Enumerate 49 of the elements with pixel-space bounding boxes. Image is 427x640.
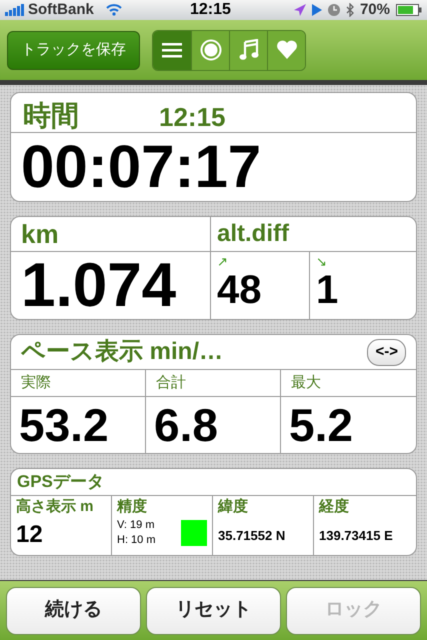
- column-label: 実際: [21, 372, 51, 393]
- action-button[interactable]: リセット: [146, 586, 281, 634]
- descent-arrow: ↘: [316, 255, 328, 268]
- bluetooth-icon: [346, 3, 354, 17]
- horizontal-accuracy: H: 10 m: [117, 532, 156, 548]
- field-label: 精度: [117, 498, 148, 517]
- battery-percent: 70%: [360, 0, 390, 20]
- toolbar-segment[interactable]: [191, 30, 229, 70]
- toggle-button[interactable]: <->: [367, 338, 406, 366]
- ascent-value: 48: [217, 270, 262, 310]
- card-title: GPSデータ: [17, 471, 104, 494]
- column-label: 合計: [156, 372, 186, 393]
- column-label: 最大: [291, 372, 321, 393]
- card-title: ペース表示 min/…: [21, 337, 224, 367]
- status-time: 12:15: [190, 0, 231, 20]
- descent-value: 1: [316, 270, 340, 310]
- card-title: km: [21, 218, 59, 250]
- card-title: 時間: [23, 102, 79, 130]
- altitude-value: 12: [16, 522, 44, 547]
- ascent-arrow: ↗: [217, 255, 229, 268]
- location-arrow-icon: [294, 4, 306, 16]
- field-label: 緯度: [218, 498, 249, 517]
- save-track-button[interactable]: トラックを保存: [7, 30, 140, 70]
- toolbar-segment[interactable]: [267, 30, 305, 70]
- menu-icon: [162, 42, 182, 58]
- toolbar-segment[interactable]: [229, 30, 267, 70]
- distance-value: 1.074: [21, 254, 176, 316]
- heart-icon: [276, 40, 298, 60]
- field-label: 高さ表示 m: [16, 498, 95, 517]
- music-note-icon: [238, 39, 258, 61]
- card-title: alt.diff: [217, 219, 289, 249]
- clock-icon: [328, 4, 340, 16]
- pace-value: 53.2: [19, 402, 109, 448]
- pace-value: 5.2: [289, 402, 353, 448]
- action-button[interactable]: 続ける: [6, 586, 141, 634]
- vertical-accuracy: V: 19 m: [117, 518, 156, 533]
- record-icon: [200, 39, 222, 61]
- battery-icon: [396, 4, 422, 16]
- carrier-name: SoftBank: [28, 0, 94, 20]
- clock-time: 12:15: [159, 104, 226, 130]
- longitude-value: 139.73415 E: [319, 526, 394, 545]
- signal-icon: [5, 4, 25, 16]
- field-label: 経度: [319, 498, 350, 517]
- wifi-icon: [106, 4, 122, 16]
- latitude-value: 35.71552 N: [218, 526, 286, 545]
- elapsed-time: 00:07:17: [21, 137, 262, 197]
- pace-value: 6.8: [154, 402, 218, 448]
- toolbar-segment[interactable]: [153, 30, 191, 70]
- play-icon: [312, 4, 322, 16]
